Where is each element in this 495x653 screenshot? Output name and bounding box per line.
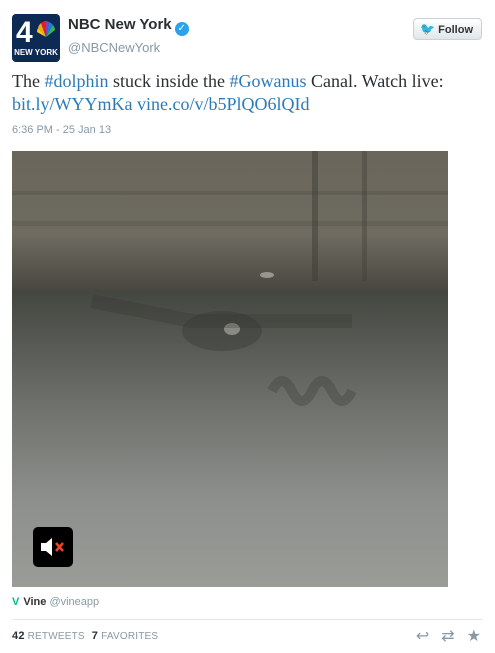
favorites-label[interactable]: FAVORITES — [101, 631, 158, 642]
follow-button[interactable]: 🐦 Follow — [413, 18, 482, 40]
vine-logo-icon: V — [12, 596, 20, 608]
follow-button-label: Follow — [438, 24, 473, 36]
bitly-link[interactable]: bit.ly/WYYmKa — [12, 94, 132, 114]
star-icon[interactable]: ★ — [467, 626, 481, 646]
peacock-logo-icon — [37, 21, 55, 37]
retweet-icon[interactable]: ⇄ — [441, 626, 454, 646]
avatar-subtitle: NEW YORK — [14, 48, 58, 57]
tweet-text-part: Canal. Watch live: — [306, 71, 444, 91]
tweet-timestamp[interactable]: 6:36 PM - 25 Jan 13 — [12, 124, 111, 136]
divider — [12, 619, 482, 620]
tweet-header: 4 NEW YORK NBC New York ✓ @NBCNewYork 🐦 Fo… — [12, 14, 482, 62]
display-name[interactable]: NBC New York — [68, 16, 172, 33]
tweet-text-part: The — [12, 71, 45, 91]
vine-attribution[interactable]: V Vine @vineapp — [12, 596, 99, 608]
twitter-bird-icon: 🐦 — [420, 22, 436, 36]
vine-link[interactable]: vine.co/v/b5PlQO6lQId — [137, 94, 310, 114]
tweet-stats: 42 RETWEETS 7 FAVORITES — [12, 630, 158, 642]
hashtag-gowanus-link[interactable]: #Gowanus — [229, 71, 306, 91]
avatar[interactable]: 4 NEW YORK — [12, 14, 60, 62]
retweets-label[interactable]: RETWEETS — [28, 631, 85, 642]
reply-icon[interactable]: ↩ — [416, 626, 429, 646]
account-handle[interactable]: @NBCNewYork — [68, 40, 189, 55]
vine-handle: @vineapp — [49, 596, 100, 608]
favorites-count[interactable]: 7 — [92, 630, 98, 642]
verified-badge-icon: ✓ — [174, 22, 189, 36]
hashtag-dolphin-link[interactable]: #dolphin — [44, 71, 108, 91]
speaker-muted-icon — [41, 538, 64, 556]
vine-name: Vine — [23, 596, 47, 608]
tweet-text: The #dolphin stuck inside the #Gowanus C… — [12, 70, 482, 116]
tweet-actions: ↩ ⇄ ★ — [404, 626, 481, 646]
vine-video-player[interactable] — [12, 151, 448, 587]
account-names: NBC New York ✓ @NBCNewYork — [68, 16, 189, 55]
retweets-count[interactable]: 42 — [12, 630, 25, 642]
mute-toggle-button[interactable] — [33, 527, 73, 567]
video-scene-details — [12, 151, 448, 406]
tweet-text-part: stuck inside the — [108, 71, 230, 91]
avatar-number: 4 — [16, 16, 33, 49]
